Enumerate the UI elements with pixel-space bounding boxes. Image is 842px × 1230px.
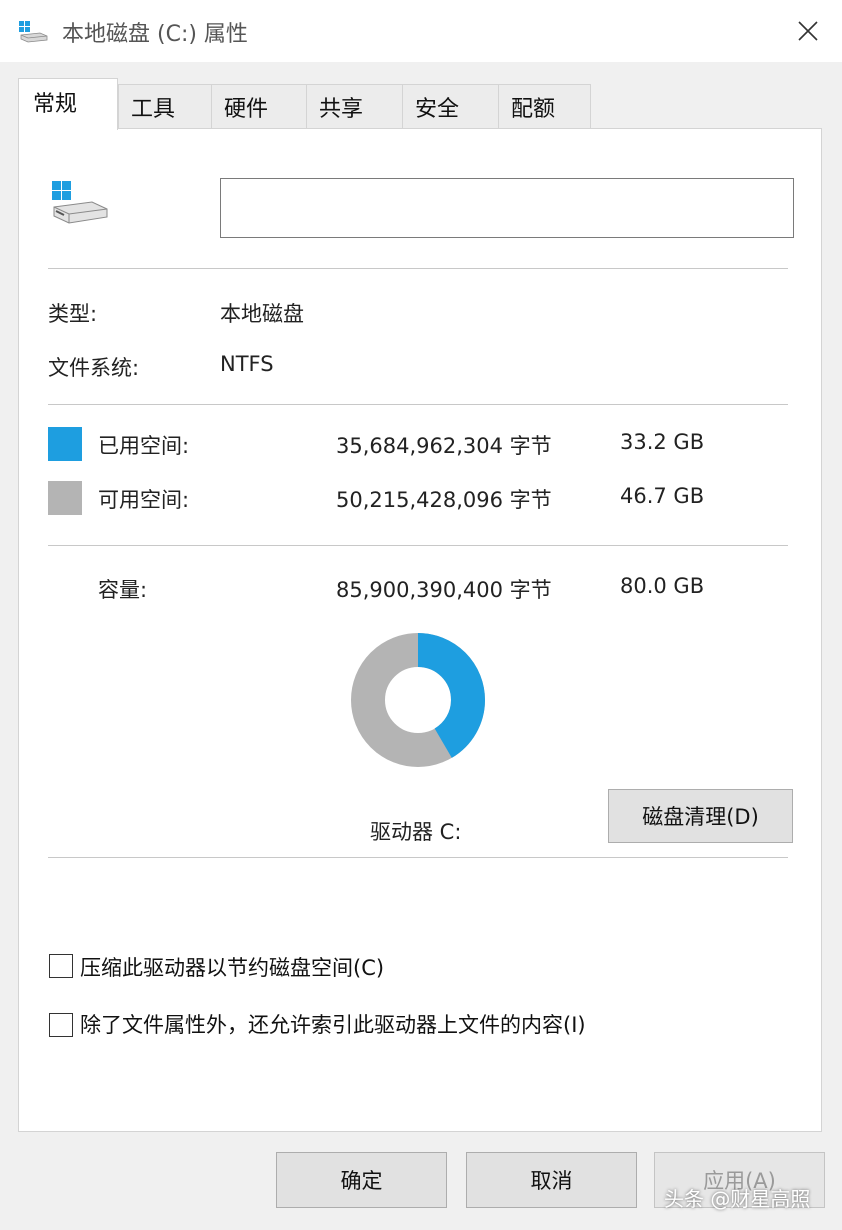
- index-checkbox[interactable]: [49, 1013, 73, 1037]
- close-button[interactable]: [784, 10, 832, 52]
- free-space-label: 可用空间:: [98, 488, 190, 512]
- free-space-swatch: [48, 481, 82, 515]
- tab-sharing[interactable]: 共享: [306, 84, 403, 128]
- compress-checkbox[interactable]: [49, 954, 73, 978]
- tab-hardware[interactable]: 硬件: [211, 84, 307, 128]
- capacity-size: 80.0 GB: [620, 574, 705, 598]
- tab-label: 安全: [415, 96, 460, 122]
- window-title: 本地磁盘 (C:) 属性: [62, 22, 248, 47]
- divider: [48, 857, 788, 858]
- tab-security[interactable]: 安全: [402, 84, 499, 128]
- tab-label: 工具: [131, 96, 176, 122]
- tab-label: 配额: [511, 96, 556, 122]
- used-space-size: 33.2 GB: [620, 430, 705, 454]
- capacity-label: 容量:: [98, 578, 148, 602]
- compress-label[interactable]: 压缩此驱动器以节约磁盘空间(C): [80, 952, 384, 982]
- drive-name-input[interactable]: [220, 178, 794, 238]
- tab-label: 硬件: [224, 96, 269, 122]
- tab-label: 常规: [33, 91, 78, 117]
- watermark: 头条 @财星高照: [664, 1187, 811, 1211]
- tab-label: 共享: [319, 96, 364, 122]
- ok-button[interactable]: 确定: [276, 1152, 447, 1208]
- filesystem-value: NTFS: [220, 352, 274, 376]
- free-space-bytes: 50,215,428,096 字节: [336, 488, 552, 512]
- drive-letter-label: 驱动器 C:: [370, 820, 462, 844]
- capacity-bytes: 85,900,390,400 字节: [336, 578, 552, 602]
- disk-cleanup-button[interactable]: 磁盘清理(D): [608, 789, 793, 843]
- type-value: 本地磁盘: [220, 302, 304, 326]
- drive-large-icon: [50, 180, 110, 228]
- used-space-swatch: [48, 427, 82, 461]
- tab-tools[interactable]: 工具: [118, 84, 212, 128]
- tab-general[interactable]: 常规: [18, 78, 118, 130]
- divider: [48, 268, 788, 269]
- drive-icon: [18, 20, 48, 44]
- cancel-button[interactable]: 取消: [466, 1152, 637, 1208]
- used-space-label: 已用空间:: [98, 434, 190, 458]
- free-space-size: 46.7 GB: [620, 484, 705, 508]
- type-label: 类型:: [48, 302, 98, 326]
- tab-quota[interactable]: 配额: [498, 84, 591, 128]
- close-icon: [798, 21, 818, 41]
- used-space-bytes: 35,684,962,304 字节: [336, 434, 552, 458]
- divider: [48, 545, 788, 546]
- disk-usage-donut: [351, 633, 485, 767]
- index-label[interactable]: 除了文件属性外，还允许索引此驱动器上文件的内容(I): [80, 1009, 586, 1039]
- divider: [48, 404, 788, 405]
- filesystem-label: 文件系统:: [48, 356, 140, 380]
